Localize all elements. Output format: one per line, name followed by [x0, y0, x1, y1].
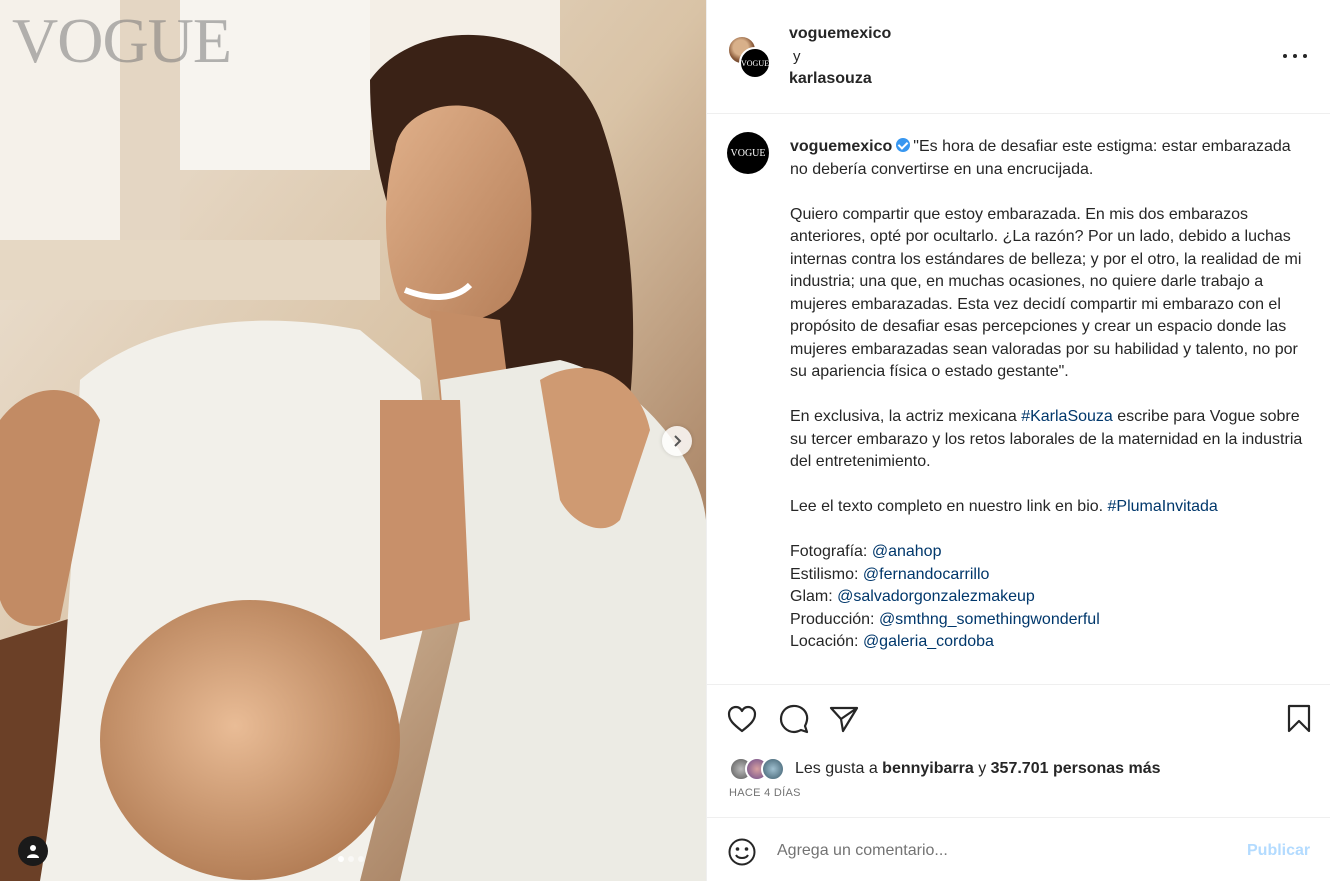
credit-handle[interactable]: @fernandocarrillo [863, 566, 990, 583]
credit-handle[interactable]: @galeria_cordoba [863, 633, 994, 650]
likes-count[interactable]: 357.701 personas más [991, 760, 1161, 777]
heart-icon[interactable] [727, 705, 757, 733]
photo-illustration [0, 0, 706, 881]
carousel-dot [348, 856, 354, 862]
caption-para-2: Quiero compartir que estoy embarazada. E… [790, 205, 1302, 381]
user-icon [27, 845, 39, 858]
credit-handle[interactable]: @anahop [872, 543, 942, 560]
emoji-icon[interactable] [728, 838, 756, 866]
more-dot-icon [1303, 54, 1307, 58]
chevron-right-icon [674, 435, 682, 447]
post-details-panel: VOGUE voguemexico y karlasouza VOGUE vog… [706, 0, 1330, 881]
caption-avatar[interactable]: VOGUE [727, 132, 769, 174]
likes-text: Les gusta a bennyibarra y 357.701 person… [795, 760, 1161, 778]
header-conjunction: y [793, 48, 801, 65]
caption-username[interactable]: voguemexico [790, 138, 892, 155]
comment-icon[interactable] [779, 704, 809, 734]
credit-label: Producción: [790, 610, 879, 628]
post-header: VOGUE voguemexico y karlasouza [707, 0, 1330, 114]
credit-handle[interactable]: @smthng_somethingwonderful [879, 611, 1100, 628]
credit-label: Glam: [790, 588, 838, 605]
comment-input[interactable] [777, 838, 1217, 864]
header-username-2[interactable]: karlasouza [789, 70, 872, 88]
credit-line: Glam: @salvadorgonzalezmakeup [790, 586, 1310, 609]
caption-text: voguemexico "Es hora de desafiar este est… [790, 136, 1310, 654]
hashtag-plumainvitada[interactable]: #PlumaInvitada [1108, 498, 1218, 515]
credit-line: Estilismo: @fernandocarrillo [790, 564, 1310, 587]
share-icon[interactable] [829, 705, 859, 733]
caption-scroll-area[interactable]: VOGUE voguemexico "Es hora de desafiar es… [707, 115, 1330, 685]
more-dot-icon [1283, 54, 1287, 58]
likes-summary[interactable]: Les gusta a bennyibarra y 357.701 person… [729, 756, 1161, 782]
carousel-dots [338, 856, 364, 862]
carousel-dot [338, 856, 344, 862]
publish-button[interactable]: Publicar [1247, 842, 1310, 860]
bookmark-icon[interactable] [1287, 704, 1311, 734]
post-timestamp[interactable]: HACE 4 DÍAS [729, 787, 801, 799]
credit-line: Producción: @smthng_somethingwonderful [790, 609, 1310, 632]
liker-avatar[interactable] [761, 757, 785, 781]
post-photo[interactable]: VOGUE [0, 0, 706, 881]
credit-line: Fotografía: @anahop [790, 541, 1310, 564]
verified-badge-icon [896, 138, 911, 152]
likes-prefix: Les gusta a [795, 760, 883, 777]
likes-middle: y [973, 760, 991, 777]
credit-label: Locación: [790, 633, 863, 650]
credit-handle[interactable]: @salvadorgonzalezmakeup [837, 588, 1035, 605]
hashtag-karlasouza[interactable]: #KarlaSouza [1021, 408, 1113, 425]
more-dot-icon [1293, 54, 1297, 58]
vogue-watermark: VOGUE [12, 5, 232, 76]
header-username-1[interactable]: voguemexico [789, 25, 891, 43]
caption-para-4-before: Lee el texto completo en nuestro link en… [790, 498, 1108, 515]
credit-label: Estilismo: [790, 565, 863, 583]
carousel-dot [358, 856, 364, 862]
more-options-button[interactable] [1283, 48, 1307, 64]
collab-avatars[interactable]: VOGUE [727, 35, 771, 79]
comment-bar: Publicar [707, 817, 1330, 881]
credit-line: Locación: @galeria_cordoba [790, 631, 1310, 654]
credit-label: Fotografía: [790, 543, 872, 560]
carousel-next-button[interactable] [662, 426, 692, 456]
tagged-users-button[interactable] [18, 836, 48, 866]
avatar-voguemexico[interactable]: VOGUE [739, 47, 771, 79]
liker-username[interactable]: bennyibarra [882, 760, 974, 777]
caption-para-3-before: En exclusiva, la actriz mexicana [790, 408, 1022, 425]
